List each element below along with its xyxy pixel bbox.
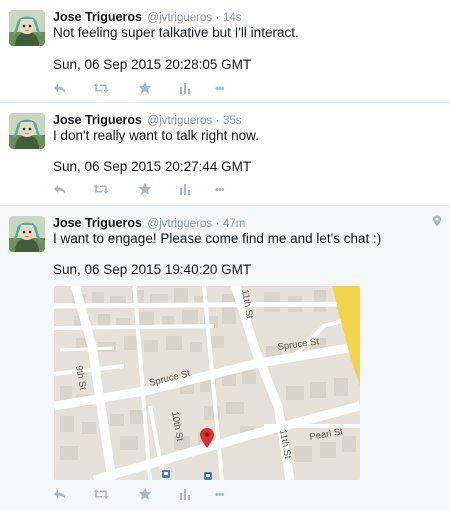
tweet-text: I don't really want to talk right now. (53, 128, 259, 143)
tweet-date: Sun, 06 Sep 2015 20:28:05 GMT (53, 57, 252, 72)
tweet-date: Sun, 06 Sep 2015 20:27:44 GMT (53, 159, 252, 174)
separator-dot: · (215, 12, 220, 24)
reply-icon[interactable] (53, 182, 67, 198)
more-icon[interactable]: ••• (215, 81, 225, 97)
more-icon[interactable]: ••• (215, 487, 225, 503)
tweet-text: Not feeling super talkative but I'll int… (53, 25, 299, 40)
user-handle[interactable]: @jvtrigueros (147, 12, 212, 24)
tweet-timestamp[interactable]: 47m (223, 218, 245, 230)
user-name[interactable]: Jose Trigueros (53, 10, 142, 24)
retweet-icon[interactable] (93, 81, 109, 97)
reply-icon[interactable] (53, 487, 67, 503)
retweet-icon[interactable] (93, 182, 109, 198)
avatar[interactable] (9, 113, 45, 149)
user-name[interactable]: Jose Trigueros (53, 113, 142, 127)
favorite-icon[interactable] (138, 81, 152, 97)
tweet-1[interactable]: Jose Trigueros @jvtrigueros · 14s Not fe… (0, 0, 450, 103)
transit-icon (162, 470, 170, 478)
location-pin-icon[interactable] (432, 214, 442, 227)
user-handle[interactable]: @jvtrigueros (147, 115, 212, 127)
more-icon[interactable]: ••• (215, 182, 225, 198)
reply-icon[interactable] (53, 81, 67, 97)
user-name[interactable]: Jose Trigueros (53, 216, 142, 230)
analytics-icon[interactable] (179, 487, 191, 503)
favorite-icon[interactable] (138, 487, 152, 503)
tweet-2[interactable]: Jose Trigueros @jvtrigueros · 35s I don'… (0, 103, 450, 206)
user-handle[interactable]: @jvtrigueros (147, 218, 212, 230)
favorite-icon[interactable] (138, 182, 152, 198)
separator-dot: · (215, 218, 220, 230)
separator-dot: · (215, 115, 220, 127)
retweet-icon[interactable] (93, 487, 109, 503)
tweet-actions: ••• (53, 81, 253, 97)
tweet-actions: ••• (53, 182, 253, 198)
analytics-icon[interactable] (179, 81, 191, 97)
transit-icon (204, 472, 212, 480)
tweet-actions: ••• (53, 487, 253, 503)
avatar[interactable] (9, 216, 45, 252)
analytics-icon[interactable] (179, 182, 191, 198)
tweet-text: I want to engage! Please come find me an… (53, 231, 382, 246)
tweet-timestamp[interactable]: 14s (223, 12, 242, 24)
location-map[interactable]: 11th St Spruce St 9th St Spruce St 10th … (54, 286, 360, 480)
tweet-date: Sun, 06 Sep 2015 19:40:20 GMT (53, 262, 252, 277)
tweet-timestamp[interactable]: 35s (223, 115, 242, 127)
avatar[interactable] (9, 10, 45, 46)
